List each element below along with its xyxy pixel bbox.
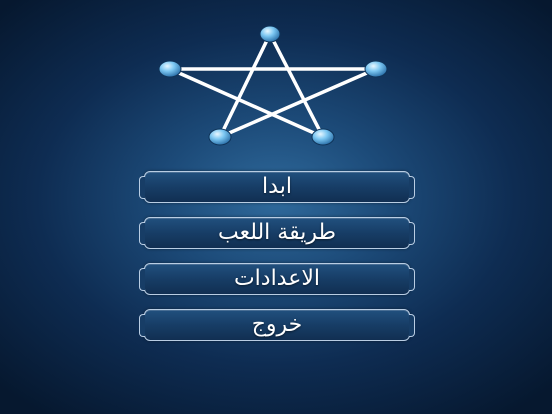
node-bottom-right: [311, 128, 335, 146]
settings-button[interactable]: الاعدادات: [139, 263, 415, 295]
how-to-play-button[interactable]: طريقة اللعب: [139, 217, 415, 249]
exit-button-label: خروج: [251, 312, 303, 337]
star-logo-icon: [158, 25, 388, 146]
start-button[interactable]: ابدا: [139, 171, 415, 203]
start-button-label: ابدا: [262, 174, 292, 199]
node-left: [158, 60, 182, 78]
button-left-cap: [139, 176, 145, 199]
node-right: [364, 60, 388, 78]
button-right-cap: [409, 314, 415, 337]
settings-button-label: الاعدادات: [233, 266, 321, 291]
button-right-cap: [409, 268, 415, 291]
node-bottom-left: [208, 128, 232, 146]
button-right-cap: [409, 176, 415, 199]
star-lines: [168, 32, 378, 139]
button-left-cap: [139, 314, 145, 337]
button-left-cap: [139, 268, 145, 291]
main-menu: ابدا طريقة اللعب الاعدادات خروج: [139, 171, 415, 355]
button-right-cap: [409, 222, 415, 245]
star-nodes: [158, 25, 388, 146]
how-to-play-button-label: طريقة اللعب: [217, 220, 336, 245]
exit-button[interactable]: خروج: [139, 309, 415, 341]
node-top: [259, 25, 281, 43]
button-left-cap: [139, 222, 145, 245]
